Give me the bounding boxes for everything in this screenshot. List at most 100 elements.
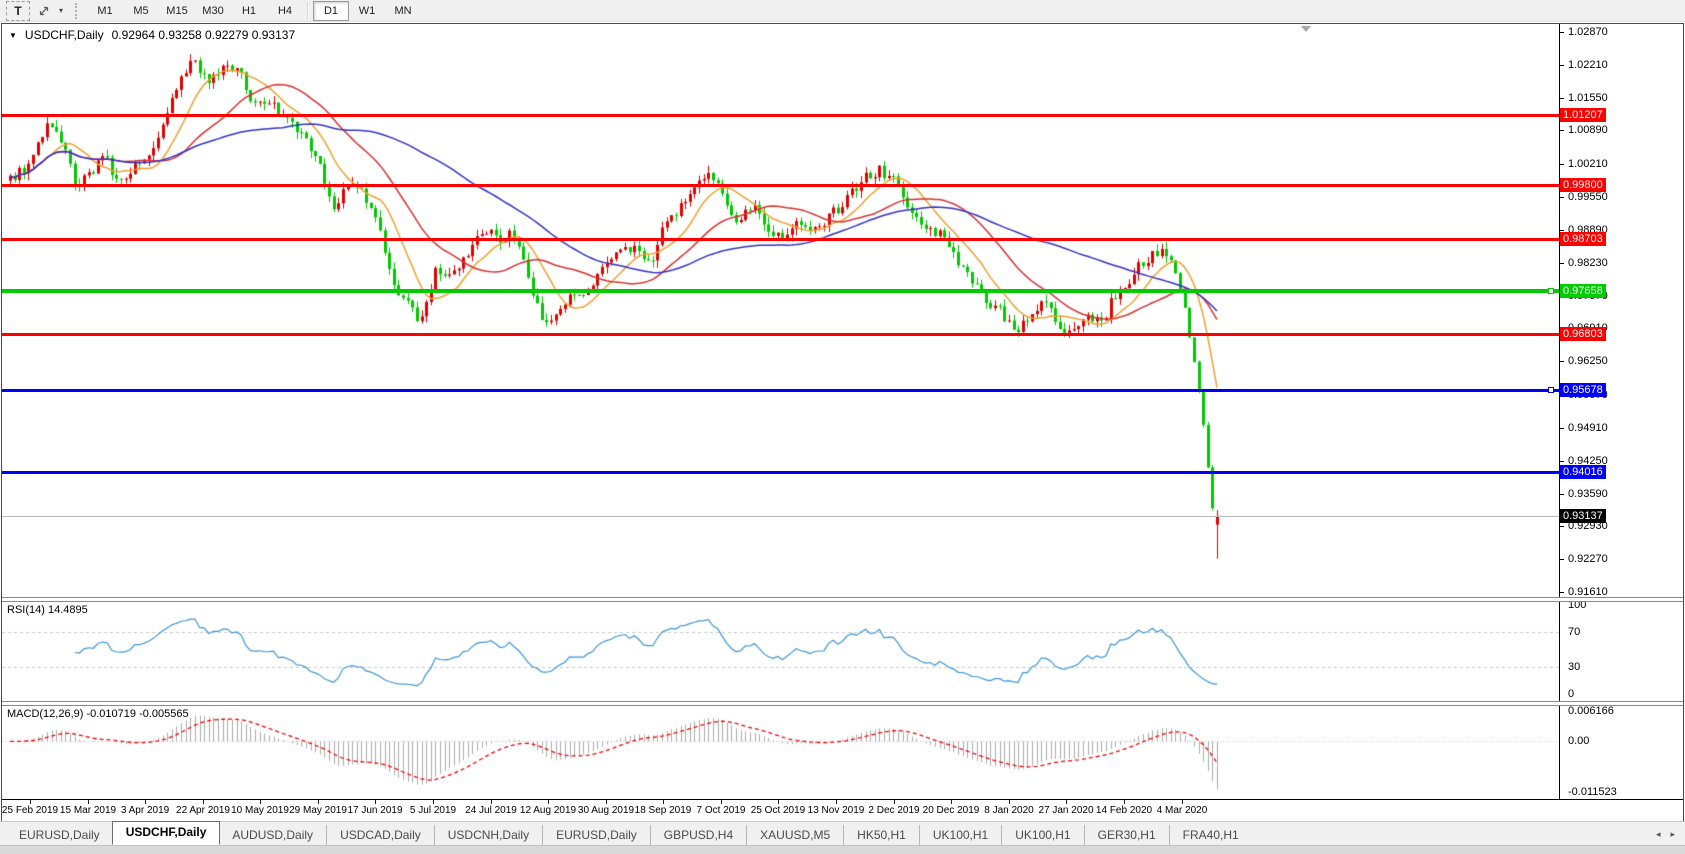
chart-tab-bar: EURUSD,Daily USDCHF,Daily AUDUSD,Daily USDC… bbox=[0, 821, 1685, 845]
x-axis-tick-mark bbox=[1124, 800, 1125, 804]
y-axis-tick-mark bbox=[1559, 494, 1564, 495]
y-axis-tick-mark bbox=[1559, 559, 1564, 560]
chart-tab-eurusd-daily[interactable]: EURUSD,Daily bbox=[6, 825, 113, 845]
x-axis-tick-mark bbox=[836, 800, 837, 804]
chart-tab-hk50-h1[interactable]: HK50,H1 bbox=[843, 825, 919, 845]
rsi-indicator-canvas[interactable] bbox=[2, 601, 1559, 701]
timeframe-button-group: M1 M5 M15 M30 H1 H4 D1 W1 MN bbox=[87, 0, 421, 21]
y-axis-tick-label: 0.93590 bbox=[1568, 488, 1608, 500]
chart-tab-usdchf-daily[interactable]: USDCHF,Daily bbox=[111, 821, 221, 845]
x-axis-tick-mark bbox=[721, 800, 722, 804]
y-axis-tick-mark bbox=[1559, 428, 1564, 429]
timeframe-button-m30[interactable]: M30 bbox=[195, 1, 231, 21]
tool-dropdown-arrow[interactable]: ▾ bbox=[55, 2, 67, 20]
y-axis-tick-label: 0.96250 bbox=[1568, 355, 1608, 367]
chart-tab-xauusd-m5[interactable]: XAUUSD,M5 bbox=[746, 825, 843, 845]
x-axis-tick-mark bbox=[318, 800, 319, 804]
macd-indicator-canvas[interactable] bbox=[2, 705, 1559, 799]
x-axis-tick-mark bbox=[951, 800, 952, 804]
chart-shift-marker-icon[interactable] bbox=[1301, 26, 1311, 32]
y-axis-tick-mark bbox=[1559, 230, 1564, 231]
chart-tab-eurusd-daily[interactable]: EURUSD,Daily bbox=[542, 825, 650, 845]
x-axis-tick-mark bbox=[375, 800, 376, 804]
horizontal-level-line-0-96803[interactable] bbox=[2, 333, 1559, 336]
timeframe-button-w1[interactable]: W1 bbox=[349, 1, 385, 21]
y-axis-tick-label: 1.00890 bbox=[1568, 124, 1608, 136]
horizontal-level-line-1-01207[interactable] bbox=[2, 114, 1559, 117]
pane-separator[interactable] bbox=[2, 597, 1683, 602]
price-level-badge: 0.99800 bbox=[1560, 178, 1606, 192]
diagonal-arrows-icon bbox=[39, 6, 49, 15]
chart-tab-ger30-h1[interactable]: GER30,H1 bbox=[1083, 825, 1169, 845]
timeframe-button-h4[interactable]: H4 bbox=[267, 1, 303, 21]
chart-title: ▼ USDCHF,Daily 0.92964 0.93258 0.92279 0… bbox=[9, 28, 295, 42]
x-axis-tick-mark bbox=[894, 800, 895, 804]
tab-scroll-right-icon[interactable]: ▸ bbox=[1670, 829, 1675, 840]
timeframe-button-mn[interactable]: MN bbox=[385, 1, 421, 21]
x-axis-tick-label: 3 Apr 2019 bbox=[120, 805, 170, 816]
price-level-badge: 1.01207 bbox=[1560, 108, 1606, 122]
rsi-axis-label: 30 bbox=[1568, 661, 1581, 674]
x-axis-tick-mark bbox=[778, 800, 779, 804]
line-drag-handle[interactable] bbox=[1548, 288, 1554, 294]
macd-axis-label: 0.00 bbox=[1568, 735, 1590, 748]
timeframe-button-h1[interactable]: H1 bbox=[231, 1, 267, 21]
chart-title-ohlc: 0.92964 0.93258 0.92279 0.93137 bbox=[111, 28, 296, 42]
x-axis-tick-mark bbox=[1009, 800, 1010, 804]
line-drag-handle[interactable] bbox=[1548, 387, 1554, 393]
horizontal-level-line-0-98703[interactable] bbox=[2, 238, 1559, 241]
horizontal-level-line-0-95678[interactable] bbox=[2, 389, 1559, 392]
chart-tab-usdcad-daily[interactable]: USDCAD,Daily bbox=[326, 825, 434, 845]
x-axis-tick-label: 7 Oct 2019 bbox=[696, 805, 746, 816]
y-axis-tick-mark bbox=[1559, 361, 1564, 362]
time-axis-line bbox=[2, 799, 1683, 800]
rsi-label: RSI(14) 14.4895 bbox=[7, 604, 88, 616]
timeframe-button-m5[interactable]: M5 bbox=[123, 1, 159, 21]
chart-tab-uk100-h1[interactable]: UK100,H1 bbox=[918, 825, 1001, 845]
x-axis-tick-mark bbox=[1182, 800, 1183, 804]
text-tool-button[interactable]: T bbox=[6, 0, 30, 21]
timeframe-button-d1[interactable]: D1 bbox=[313, 0, 349, 21]
chart-tab-gbpusd-h4[interactable]: GBPUSD,H4 bbox=[649, 825, 746, 845]
horizontal-level-line-0-99800[interactable] bbox=[2, 184, 1559, 187]
x-axis-tick-label: 29 May 2019 bbox=[289, 805, 347, 816]
y-axis-tick-label: 1.00210 bbox=[1568, 158, 1608, 170]
timeframe-button-m1[interactable]: M1 bbox=[87, 1, 123, 21]
tab-scroll-nav: ◂ ▸ bbox=[1656, 829, 1675, 840]
pane-separator[interactable] bbox=[2, 701, 1683, 706]
y-axis-tick-mark bbox=[1559, 592, 1564, 593]
x-axis-tick-label: 12 Aug 2019 bbox=[519, 805, 577, 816]
y-axis-tick-label: 0.98230 bbox=[1568, 257, 1608, 269]
horizontal-level-line-0-97658[interactable] bbox=[2, 289, 1559, 293]
horizontal-level-line-0-94016[interactable] bbox=[2, 471, 1559, 474]
current-price-line bbox=[2, 516, 1559, 517]
x-axis-tick-mark bbox=[203, 800, 204, 804]
x-axis-tick-mark bbox=[606, 800, 607, 804]
timeframe-button-m15[interactable]: M15 bbox=[159, 1, 195, 21]
x-axis-tick-label: 4 Mar 2020 bbox=[1156, 805, 1208, 816]
x-axis-tick-label: 25 Feb 2019 bbox=[1, 805, 59, 816]
y-axis-tick-mark bbox=[1559, 263, 1564, 264]
y-axis-tick-mark bbox=[1559, 130, 1564, 131]
y-axis-tick-mark bbox=[1559, 164, 1564, 165]
x-axis-tick-label: 8 Jan 2020 bbox=[984, 805, 1034, 816]
x-axis-tick-label: 30 Aug 2019 bbox=[577, 805, 635, 816]
y-axis-tick-label: 1.01550 bbox=[1568, 92, 1608, 104]
y-axis-tick-label: 1.02210 bbox=[1568, 59, 1608, 71]
price-level-badge: 0.97658 bbox=[1560, 284, 1606, 298]
chart-tab-fra40-h1[interactable]: FRA40,H1 bbox=[1168, 825, 1252, 845]
x-axis-tick-label: 27 Jan 2020 bbox=[1038, 805, 1094, 816]
toolbar-drag-handle[interactable] bbox=[75, 2, 81, 19]
toolbar-separator bbox=[307, 1, 309, 20]
chart-tab-uk100-h1[interactable]: UK100,H1 bbox=[1001, 825, 1083, 845]
tab-scroll-left-icon[interactable]: ◂ bbox=[1656, 829, 1661, 840]
x-axis-tick-label: 25 Oct 2019 bbox=[750, 805, 806, 816]
collapse-caret-icon[interactable]: ▼ bbox=[9, 31, 17, 40]
pointer-tool-icon[interactable] bbox=[34, 2, 54, 20]
rsi-axis-label: 0 bbox=[1568, 688, 1575, 700]
chart-tab-usdcnh-daily[interactable]: USDCNH,Daily bbox=[433, 825, 542, 845]
top-toolbar: T ▾ M1 M5 M15 M30 H1 H4 D1 W1 MN bbox=[0, 0, 1685, 22]
x-axis-tick-label: 22 Apr 2019 bbox=[176, 805, 230, 816]
candlestick-chart-canvas[interactable] bbox=[2, 24, 1559, 597]
chart-tab-audusd-daily[interactable]: AUDUSD,Daily bbox=[219, 825, 326, 845]
